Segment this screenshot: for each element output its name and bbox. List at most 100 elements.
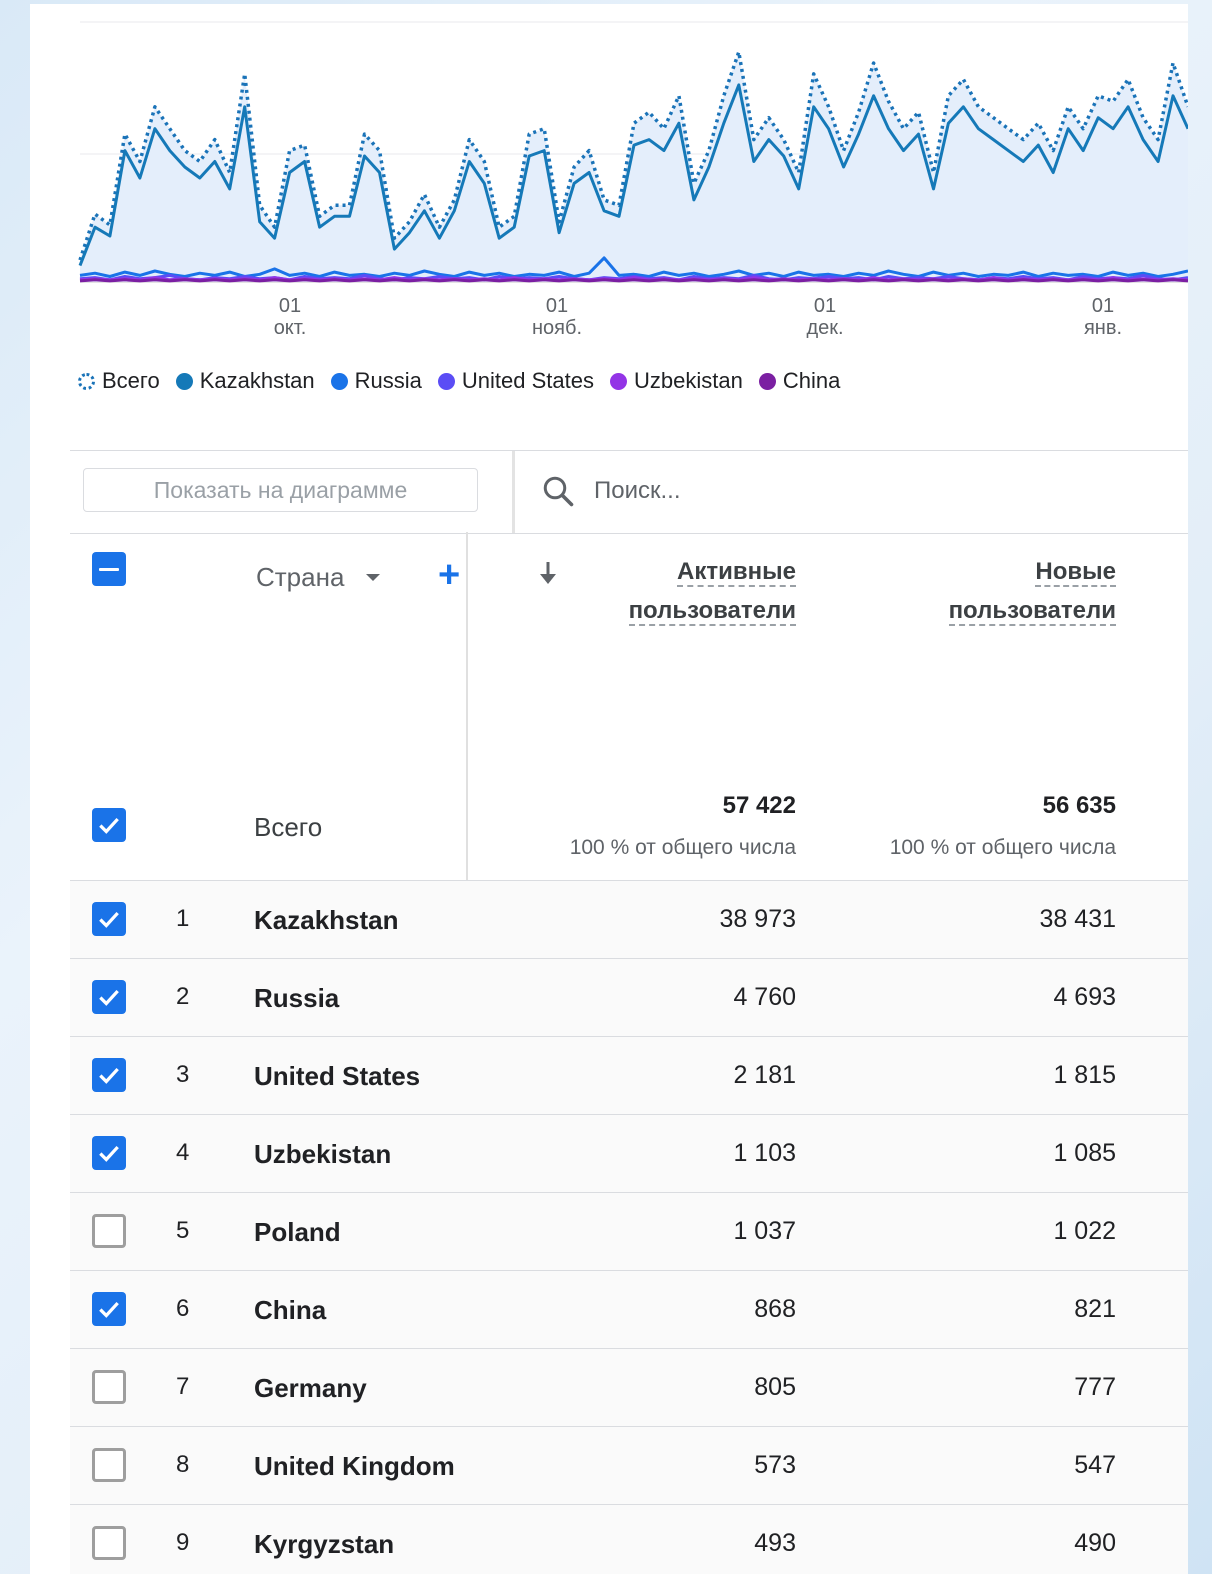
table-body: 1 Kazakhstan 38 973 38 431 2 Russia 4 760 4 693… [70, 881, 1188, 1574]
legend-dot-icon [175, 372, 193, 390]
row-checkbox[interactable] [92, 1214, 126, 1248]
legend-item-russia[interactable]: Russia [330, 368, 422, 394]
total-area [80, 52, 1188, 282]
x-tick-day: 01 [1092, 295, 1114, 317]
new-users-header[interactable]: Новые пользователи [948, 552, 1116, 630]
table-header: Страна + Активные пользователи Новые пол… [70, 532, 1188, 881]
table-row[interactable]: 1 Kazakhstan 38 973 38 431 [70, 881, 1188, 959]
total-new-value: 56 635 [1042, 792, 1116, 819]
legend-label: Всего [102, 368, 160, 393]
table-row[interactable]: 8 United Kingdom 573 547 [70, 1427, 1188, 1505]
table-row[interactable]: 6 China 868 821 [70, 1271, 1188, 1349]
search-field[interactable]: Поиск... [540, 473, 681, 509]
row-index: 9 [176, 1529, 190, 1556]
x-tick-month: нояб. [532, 317, 582, 339]
table-row[interactable]: 7 Germany 805 777 [70, 1349, 1188, 1427]
row-index: 4 [176, 1139, 190, 1166]
row-checkbox[interactable] [92, 1448, 126, 1482]
legend-item-kazakhstan[interactable]: Kazakhstan [175, 368, 315, 394]
table-row[interactable]: 4 Uzbekistan 1 103 1 085 [70, 1115, 1188, 1193]
row-active-users: 1 103 [733, 1139, 796, 1167]
country-table: Страна + Активные пользователи Новые пол… [70, 532, 1188, 1574]
row-new-users: 1 085 [1053, 1139, 1116, 1167]
row-new-users: 4 693 [1053, 983, 1116, 1011]
row-checkbox[interactable] [92, 1292, 126, 1326]
series-line-china [79, 278, 1188, 283]
row-checkbox[interactable] [92, 980, 126, 1014]
row-active-users: 2 181 [733, 1061, 796, 1089]
legend-item-uzbekistan[interactable]: Uzbekistan [609, 368, 743, 394]
legend-label: Uzbekistan [633, 368, 743, 393]
table-row[interactable]: 9 Kyrgyzstan 493 490 [70, 1505, 1188, 1574]
row-active-users: 868 [754, 1295, 796, 1323]
row-checkbox[interactable] [92, 1136, 126, 1170]
row-active-users: 805 [754, 1373, 796, 1401]
checkmark-icon [99, 1067, 119, 1084]
row-index: 1 [176, 905, 190, 932]
legend-label: Kazakhstan [199, 368, 315, 393]
legend-item-china[interactable]: China [758, 368, 840, 394]
legend-item-united-states[interactable]: United States [437, 368, 594, 394]
row-new-users: 1 022 [1053, 1217, 1116, 1245]
checkmark-icon [99, 1301, 119, 1318]
dimension-selector[interactable]: Страна [256, 562, 381, 593]
row-new-users: 490 [1074, 1529, 1116, 1557]
row-checkbox[interactable] [92, 1370, 126, 1404]
row-country: United States [254, 1061, 421, 1091]
report-panel: 01 окт. 01 нояб. 01 дек. 01 янв. Всего Kazakhst… [30, 4, 1188, 1574]
x-tick-day: 01 [814, 295, 836, 317]
checkmark-icon [99, 817, 119, 834]
users-line-chart: 01окт.01нояб.01дек.01янв. [78, 21, 1188, 339]
row-new-users: 547 [1074, 1451, 1116, 1479]
show-on-chart-button[interactable]: Показать на диаграмме [83, 468, 478, 512]
row-index: 5 [176, 1217, 190, 1244]
table-row[interactable]: 3 United States 2 181 1 815 [70, 1037, 1188, 1115]
row-new-users: 821 [1074, 1295, 1116, 1323]
search-input[interactable]: Поиск... [594, 477, 681, 505]
total-new-percent: 100 % от общего числа [889, 836, 1116, 859]
row-country: Kazakhstan [254, 905, 399, 935]
total-label: Всего [254, 812, 323, 842]
row-country: Uzbekistan [254, 1139, 392, 1169]
legend-item-total[interactable]: Всего [78, 368, 160, 394]
active-users-header[interactable]: Активные пользователи [628, 552, 796, 630]
row-country: China [254, 1295, 327, 1325]
search-icon [543, 476, 574, 507]
row-new-users: 777 [1074, 1373, 1116, 1401]
x-tick-month: янв. [1084, 317, 1122, 339]
select-all-checkbox[interactable] [92, 552, 126, 586]
table-row[interactable]: 5 Poland 1 037 1 022 [70, 1193, 1188, 1271]
checkmark-icon [99, 1145, 119, 1162]
row-index: 7 [176, 1373, 190, 1400]
row-index: 3 [176, 1061, 190, 1088]
row-index: 2 [176, 983, 190, 1010]
metric-header-line: Новые [1035, 558, 1116, 587]
row-country: Russia [254, 983, 340, 1013]
table-row[interactable]: 2 Russia 4 760 4 693 [70, 959, 1188, 1037]
row-active-users: 38 973 [719, 905, 796, 933]
x-tick-month: дек. [806, 317, 843, 339]
sort-down-icon[interactable] [536, 560, 560, 586]
metric-header-line: Активные [677, 558, 796, 587]
x-tick-day: 01 [546, 295, 568, 317]
row-checkbox[interactable] [92, 1526, 126, 1560]
row-active-users: 1 037 [733, 1217, 796, 1245]
checkmark-icon [99, 911, 119, 928]
legend-dot-icon [437, 372, 455, 390]
total-checkbox[interactable] [92, 808, 126, 842]
metric-header-line: пользователи [628, 597, 796, 626]
row-checkbox[interactable] [92, 1058, 126, 1092]
x-tick-day: 01 [279, 295, 301, 317]
total-active-percent: 100 % от общего числа [569, 836, 796, 859]
x-tick-month: окт. [274, 317, 307, 339]
legend-dot-icon [609, 372, 627, 390]
row-country: Poland [254, 1217, 341, 1247]
dropdown-arrow-icon [366, 574, 381, 581]
chart-legend: Всего Kazakhstan Russia United States Uz… [78, 366, 856, 396]
row-active-users: 573 [754, 1451, 796, 1479]
legend-dot-icon [330, 372, 348, 390]
add-dimension-icon[interactable]: + [438, 554, 460, 597]
legend-label: United States [461, 368, 594, 393]
row-active-users: 493 [754, 1529, 796, 1557]
row-checkbox[interactable] [92, 902, 126, 936]
